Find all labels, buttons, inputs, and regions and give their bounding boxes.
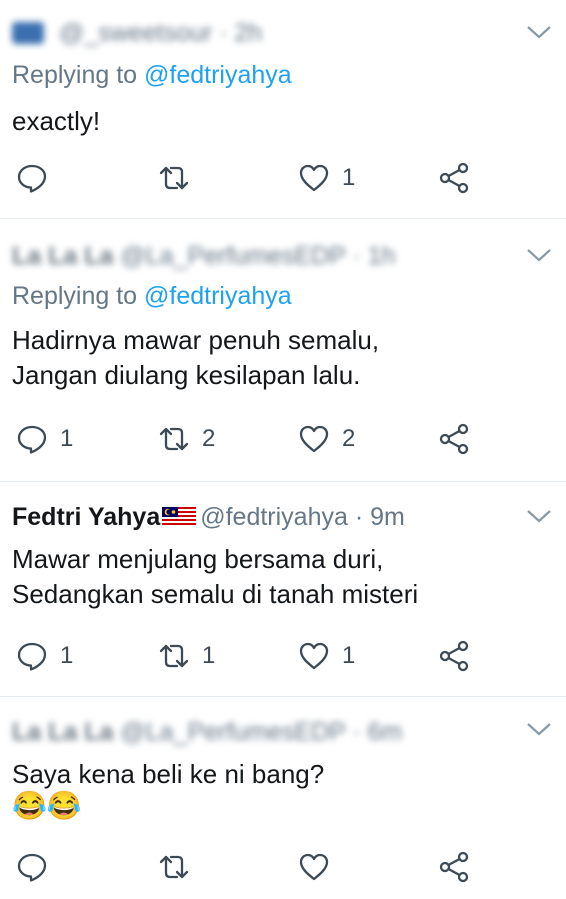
- share-icon: [439, 640, 469, 672]
- share-button[interactable]: [438, 419, 470, 459]
- retweet-icon: [159, 855, 189, 879]
- tweet-text-line: exactly!: [12, 106, 101, 136]
- reply-icon: [17, 642, 47, 671]
- author-handle[interactable]: @La_PerfumesEDP · 6m: [120, 718, 402, 746]
- replying-to: Replying to @fedtriyahya: [12, 281, 292, 311]
- author-name[interactable]: Fedtri Yahya: [12, 503, 160, 531]
- heart-icon: [299, 164, 329, 192]
- tweet[interactable]: La La La @La_PerfumesEDP · 1h Replying t…: [0, 219, 566, 481]
- share-button[interactable]: [438, 847, 470, 887]
- tweet-text-line: Sedangkan semalu di tanah misteri: [12, 579, 419, 609]
- tweet-actions: 1 2 2: [0, 419, 566, 459]
- retweet-icon: [159, 166, 189, 190]
- reply-icon: [17, 425, 47, 454]
- like-count: 1: [342, 642, 356, 669]
- chevron-down-icon[interactable]: [526, 247, 552, 263]
- retweet-count: 2: [202, 425, 216, 452]
- tweet-text: Mawar menjulang bersama duri, Sedangkan …: [12, 542, 418, 612]
- tweet[interactable]: La La La @La_PerfumesEDP · 6m Saya kena …: [0, 697, 566, 899]
- like-button[interactable]: 1: [298, 636, 355, 676]
- heart-icon: [299, 853, 329, 881]
- like-count: 2: [342, 425, 356, 452]
- tweet[interactable]: Fedtri Yahya @fedtriyahya · 9m Mawar men…: [0, 482, 566, 696]
- heart-icon: [299, 642, 329, 670]
- reply-count: 1: [60, 425, 74, 452]
- retweet-count: 1: [202, 642, 216, 669]
- share-button[interactable]: [438, 158, 470, 198]
- reply-button[interactable]: [16, 847, 60, 887]
- tweet-text: Saya kena beli ke ni bang?: [12, 757, 324, 792]
- reply-count: 1: [60, 642, 74, 669]
- replying-prefix: Replying to: [12, 61, 138, 89]
- tweet-text: Hadirnya mawar penuh semalu, Jangan diul…: [12, 323, 379, 393]
- replying-handle-link[interactable]: @fedtriyahya: [144, 282, 292, 310]
- malaysia-flag-icon: [162, 507, 197, 527]
- replying-prefix: Replying to: [12, 282, 138, 310]
- tweet-header: Fedtri Yahya @fedtriyahya · 9m: [12, 502, 405, 532]
- author-name[interactable]: La La La: [12, 242, 113, 270]
- author-handle[interactable]: @_sweetsour · 2h: [59, 19, 262, 47]
- author-avatar-blurred: [12, 22, 44, 44]
- reply-icon: [17, 853, 47, 882]
- like-count: 1: [342, 164, 356, 191]
- heart-icon: [299, 425, 329, 453]
- tweet-actions: 1 1 1: [0, 636, 566, 676]
- tweet-actions: 1: [0, 158, 566, 198]
- reply-button[interactable]: [16, 158, 60, 198]
- tweet-text-line: Hadirnya mawar penuh semalu,: [12, 325, 380, 355]
- tweet-actions: [0, 847, 566, 887]
- like-button[interactable]: [298, 847, 342, 887]
- tweet-text-line: Saya kena beli ke ni bang?: [12, 759, 325, 789]
- share-icon: [439, 423, 469, 455]
- tweet-header: La La La @La_PerfumesEDP · 6m: [12, 717, 402, 747]
- share-button[interactable]: [438, 636, 470, 676]
- like-button[interactable]: 2: [298, 419, 355, 459]
- tweet-header: La La La @La_PerfumesEDP · 1h: [12, 241, 395, 271]
- tweet-emoji: 😂😂: [12, 790, 82, 821]
- author-name[interactable]: La La La: [12, 718, 113, 746]
- chevron-down-icon[interactable]: [526, 24, 552, 40]
- share-icon: [439, 162, 469, 194]
- retweet-icon: [159, 644, 189, 668]
- author-handle[interactable]: @La_PerfumesEDP · 1h: [120, 242, 395, 270]
- retweet-button[interactable]: [158, 158, 202, 198]
- author-handle[interactable]: @fedtriyahya · 9m: [200, 503, 405, 531]
- tweet[interactable]: @_sweetsour · 2h Replying to @fedtriyahy…: [0, 0, 566, 218]
- tweet-header: @_sweetsour · 2h: [12, 18, 262, 48]
- share-icon: [439, 851, 469, 883]
- retweet-button[interactable]: 1: [158, 636, 215, 676]
- replying-to: Replying to @fedtriyahya: [12, 60, 292, 90]
- tweet-text-line: Jangan diulang kesilapan lalu.: [12, 360, 361, 390]
- like-button[interactable]: 1: [298, 158, 355, 198]
- chevron-down-icon[interactable]: [526, 721, 552, 737]
- retweet-icon: [159, 427, 189, 451]
- chevron-down-icon[interactable]: [526, 508, 552, 524]
- retweet-button[interactable]: 2: [158, 419, 215, 459]
- reply-button[interactable]: 1: [16, 636, 73, 676]
- replying-handle-link[interactable]: @fedtriyahya: [144, 61, 292, 89]
- tweet-text: exactly!: [12, 104, 100, 139]
- retweet-button[interactable]: [158, 847, 202, 887]
- tweet-text-line: Mawar menjulang bersama duri,: [12, 544, 384, 574]
- reply-icon: [17, 164, 47, 193]
- reply-button[interactable]: 1: [16, 419, 73, 459]
